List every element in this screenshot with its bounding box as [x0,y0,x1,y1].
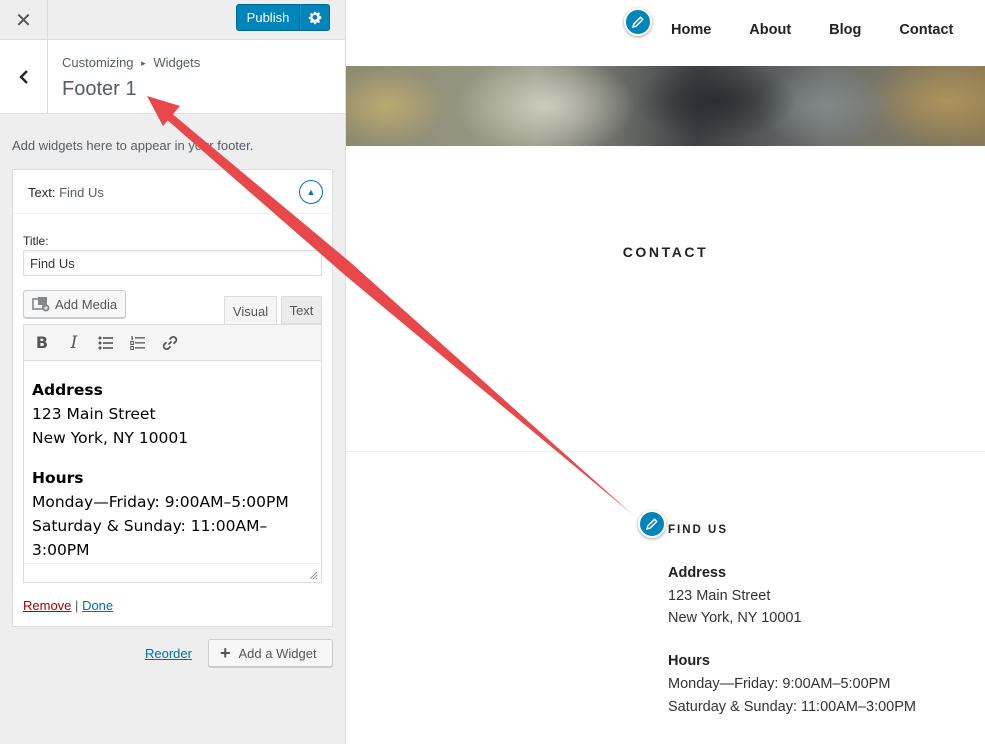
gear-icon [308,11,322,24]
bold-icon: B [35,333,49,352]
header-image [346,66,985,146]
footer-widget-title: FIND US [668,524,728,536]
publish-group: Publish [236,4,330,31]
footer-hours-line-2: Saturday & Sunday: 11:00AM–3:00PM [668,698,916,715]
nav-contact[interactable]: Contact [899,22,953,38]
footer-widget-content: Address 123 Main Street New York, NY 100… [668,562,916,738]
add-media-icon [32,297,50,312]
section-description: Add widgets here to appear in your foote… [12,138,254,153]
reorder-link[interactable]: Reorder [145,646,192,661]
editor-toolbar: B I [24,325,321,361]
hours-heading: Hours [32,469,84,487]
pencil-icon [631,16,644,29]
tab-text[interactable]: Text [281,296,322,324]
edit-widget-shortcut[interactable] [638,510,666,538]
add-widget-button[interactable]: + Add a Widget [208,639,333,667]
footer-address-line-1: 123 Main Street [668,587,771,604]
widget-name: Find Us [59,185,104,200]
breadcrumb-parent: Customizing [62,55,134,70]
widget-title-input[interactable] [23,250,322,276]
plus-icon: + [220,643,231,663]
italic-button[interactable]: I [64,333,84,353]
widget-type-label: Text: [28,185,56,200]
nav-about[interactable]: About [749,22,791,38]
site-preview: Home About Blog Contact CONTACT FIND US … [346,0,985,744]
add-media-label: Add Media [55,296,118,312]
title-label: Title: [23,234,49,248]
hours-line-1: Monday—Friday: 9:00AM–5:00PM [32,493,289,511]
bold-button[interactable]: B [32,333,52,353]
add-widget-label: Add a Widget [238,645,317,661]
publish-settings-button[interactable] [300,4,330,31]
editor-statusbar [24,563,321,583]
link-button[interactable] [160,333,180,353]
triangle-up-icon: ▲ [306,187,316,197]
back-button[interactable] [0,40,48,113]
actions-separator: | [75,598,79,613]
widget-collapse-button[interactable]: ▲ [299,180,323,204]
customizer-header: ✕ Publish [0,0,345,40]
numbered-list-icon [130,335,145,350]
pencil-icon [645,518,658,531]
breadcrumb-separator: ▸ [141,58,146,68]
nav-home[interactable]: Home [671,22,711,38]
close-customizer-button[interactable]: ✕ [0,0,48,40]
breadcrumb: Customizing ▸ Widgets [62,55,200,70]
resize-handle-icon[interactable] [308,570,318,580]
hours-line-2: Saturday & Sunday: 11:00AM–3:00PM [32,517,268,559]
italic-icon: I [70,332,78,353]
section-header: Customizing ▸ Widgets Footer 1 [0,40,345,114]
footer-hours-line-1: Monday—Friday: 9:00AM–5:00PM [668,675,891,692]
numbered-list-button[interactable] [128,333,148,353]
address-line-2: New York, NY 10001 [32,429,189,447]
widget-title: Text: Find Us [28,185,104,200]
edit-menu-shortcut[interactable] [624,8,652,36]
tab-visual[interactable]: Visual [224,296,277,325]
remove-widget-link[interactable]: Remove [23,598,71,613]
bullet-list-button[interactable] [96,333,116,353]
page-title: CONTACT [622,244,709,260]
footer-address-heading: Address [668,565,727,581]
text-widget-panel: Text: Find Us ▲ Title: Add Media Visual … [12,169,333,627]
section-title: Footer 1 [62,78,137,100]
bullet-list-icon [98,336,113,349]
footer-address-line-2: New York, NY 10001 [668,610,802,627]
footer-divider [346,451,985,452]
breadcrumb-current: Widgets [153,55,201,70]
primary-navigation: Home About Blog Contact [671,22,953,38]
add-media-button[interactable]: Add Media [23,290,126,318]
widget-header[interactable]: Text: Find Us ▲ [13,170,332,214]
done-link[interactable]: Done [82,598,113,613]
rich-text-editor[interactable]: B I Address 123 Main Street New York, NY… [23,324,322,583]
link-icon [162,335,178,350]
address-heading: Address [32,381,103,399]
close-icon: ✕ [15,9,32,32]
footer-hours-heading: Hours [668,653,710,670]
publish-button[interactable]: Publish [236,4,300,31]
nav-blog[interactable]: Blog [829,22,861,38]
widget-actions: Remove | Done [23,598,113,613]
customizer-sidebar: ✕ Publish Customizing ▸ Widgets Footer 1… [0,0,346,744]
editor-content[interactable]: Address 123 Main Street New York, NY 100… [24,361,321,562]
chevron-left-icon [18,69,28,84]
address-line-1: 123 Main Street [32,405,156,423]
